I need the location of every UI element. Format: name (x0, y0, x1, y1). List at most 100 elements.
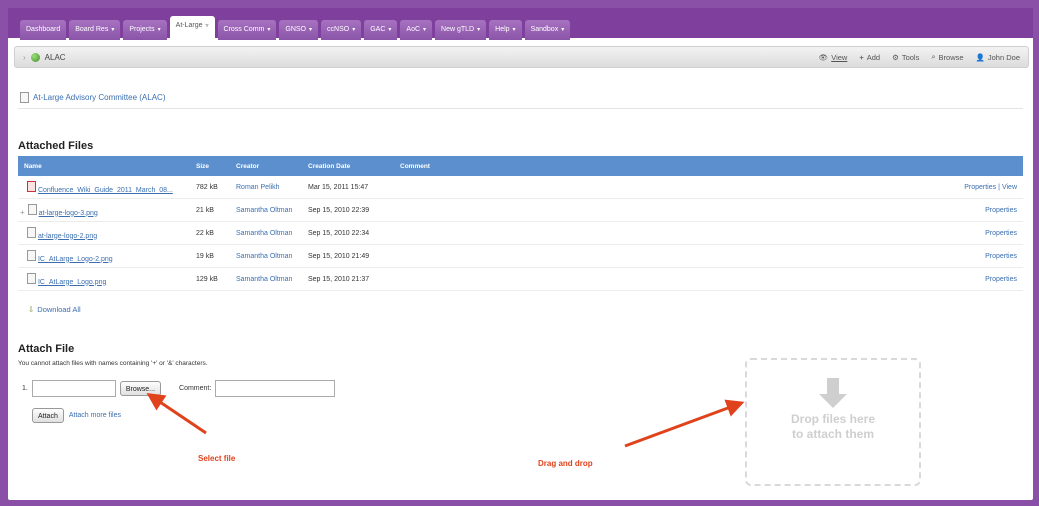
table-header: Name Size Creator Creation Date Comment (18, 156, 1023, 176)
annotation-arrow-drag (624, 399, 745, 448)
chevron-down-icon: ▾ (512, 27, 516, 33)
drop-zone-line-2: to attach them (791, 427, 874, 441)
tab-label: Board Res (75, 26, 109, 33)
tab-label: GAC (370, 26, 386, 33)
tab-aoc[interactable]: AoC ▾ (400, 20, 433, 40)
view-link[interactable]: View (1002, 184, 1017, 191)
tab-ccnso[interactable]: ccNSO ▾ (321, 20, 362, 40)
breadcrumb-path: › ALAC (23, 47, 66, 67)
browse-button[interactable]: ⌕ Browse (931, 52, 963, 62)
table-row: IC_AtLarge_Logo-2.png 19 kB Samantha Olt… (18, 244, 1023, 268)
file-size: 129 kB (190, 267, 230, 291)
chevron-down-icon: ▾ (423, 27, 427, 33)
download-icon: ⇩ (28, 305, 35, 314)
attach-button[interactable]: Attach (32, 408, 64, 423)
tab-cross-comm[interactable]: Cross Comm ▾ (217, 20, 277, 40)
tab-label: Cross Comm (223, 26, 265, 33)
tab-new-gtld[interactable]: New gTLD ▾ (435, 20, 487, 40)
tab-label: AoC (406, 26, 421, 33)
row-actions: Properties (641, 198, 1023, 222)
user-icon: 👤 (975, 52, 985, 62)
table-row: at-large-logo-2.png 22 kB Samantha Oltma… (18, 221, 1023, 245)
properties-link[interactable]: Properties (985, 253, 1017, 260)
plus-icon: + (859, 52, 864, 62)
download-all-link[interactable]: ⇩ Download All (28, 305, 81, 314)
breadcrumb-chevron-icon: › (23, 52, 26, 62)
creator-link[interactable]: Samantha Oltman (230, 221, 302, 245)
download-all-label: Download All (37, 305, 81, 314)
file-link[interactable]: IC_AtLarge_Logo.png (38, 279, 107, 286)
file-size: 782 kB (190, 176, 230, 199)
gear-icon: ⚙ (892, 52, 899, 62)
column-size[interactable]: Size (190, 156, 230, 176)
column-creation-date[interactable]: Creation Date (302, 156, 394, 176)
file-link[interactable]: Confluence_Wiki_Guide_2011_March_08... (38, 187, 173, 194)
row-number: 1. (22, 385, 28, 392)
tab-board-res[interactable]: Board Res ▾ (69, 20, 121, 40)
chevron-down-icon: ▾ (388, 27, 392, 33)
tab-at-large[interactable]: At-Large ▿ (169, 16, 215, 38)
file-size: 21 kB (190, 198, 230, 222)
column-name[interactable]: Name (18, 156, 190, 176)
pdf-file-icon (27, 180, 36, 192)
row-actions: Properties (641, 221, 1023, 245)
column-creator[interactable]: Creator (230, 156, 302, 176)
file-comment (394, 198, 642, 222)
drop-zone[interactable]: Drop files here to attach them (745, 358, 921, 486)
add-button[interactable]: + Add (859, 53, 880, 62)
image-file-icon (27, 226, 36, 238)
file-path-input[interactable] (31, 380, 116, 397)
view-button[interactable]: 👁 View (819, 53, 848, 62)
breadcrumb-space-link[interactable]: ALAC (45, 53, 66, 62)
tab-dashboard[interactable]: Dashboard (20, 20, 67, 40)
image-file-icon (27, 203, 37, 215)
user-name: John Doe (987, 52, 1020, 62)
table-row: IC_AtLarge_Logo.png 129 kB Samantha Oltm… (18, 267, 1023, 291)
row-actions: Properties | View (641, 176, 1023, 199)
column-comment[interactable]: Comment (394, 156, 641, 176)
space-globe-icon (30, 52, 40, 62)
file-name-cell: IC_AtLarge_Logo.png (18, 267, 190, 291)
tab-label: New gTLD (441, 26, 475, 33)
page-title[interactable]: At-Large Advisory Committee (ALAC) (20, 92, 166, 103)
creator-link[interactable]: Samantha Oltman (230, 198, 302, 222)
attach-actions: Attach Attach more files (32, 408, 121, 423)
browse-button[interactable]: Browse... (119, 381, 162, 396)
creator-link[interactable]: Samantha Oltman (230, 244, 302, 268)
file-link[interactable]: at-large-logo-3.png (39, 210, 98, 217)
chevron-down-icon: ▾ (157, 27, 161, 33)
chevron-down-icon: ▾ (267, 27, 271, 33)
attach-more-files-link[interactable]: Attach more files (69, 412, 121, 419)
file-link[interactable]: at-large-logo-2.png (38, 233, 97, 240)
tab-sandbox[interactable]: Sandbox ▾ (524, 20, 571, 40)
chevron-down-icon: ▾ (477, 27, 481, 33)
properties-link[interactable]: Properties (985, 276, 1017, 283)
tab-gac[interactable]: GAC ▾ (364, 20, 398, 40)
tools-button[interactable]: ⚙ Tools (892, 53, 919, 62)
creator-link[interactable]: Samantha Oltman (230, 267, 302, 291)
properties-link[interactable]: Properties (985, 230, 1017, 237)
expand-icon[interactable]: + (20, 208, 25, 217)
tab-help[interactable]: Help ▾ (489, 20, 522, 40)
comment-input[interactable] (215, 380, 336, 397)
tab-label: Projects (129, 26, 155, 33)
row-actions: Properties (641, 244, 1023, 268)
creator-link[interactable]: Roman Pelikh (230, 176, 302, 199)
tab-projects[interactable]: Projects ▾ (123, 20, 167, 40)
file-size: 19 kB (190, 244, 230, 268)
file-name-cell: at-large-logo-2.png (18, 221, 190, 245)
attach-file-row: 1. Browse... Comment: (22, 380, 336, 397)
tab-label: ccNSO (327, 26, 350, 33)
tab-gnso[interactable]: GNSO ▾ (279, 20, 319, 40)
creation-date: Mar 15, 2011 15:47 (302, 176, 394, 199)
file-link[interactable]: IC_AtLarge_Logo-2.png (38, 256, 113, 263)
user-menu[interactable]: 👤 John Doe (976, 53, 1020, 62)
properties-link[interactable]: Properties (985, 207, 1017, 214)
file-name-cell: + at-large-logo-3.png (18, 198, 190, 222)
attach-file-note: You cannot attach files with names conta… (18, 360, 208, 367)
file-comment (394, 267, 642, 291)
nav-tabs: Dashboard Board Res ▾ Projects ▾ At-Large ▿… (20, 16, 571, 40)
breadcrumb: › ALAC 👁 View + Add ⚙ Tools ⌕ Browse 👤 John D… (14, 46, 1029, 68)
properties-link[interactable]: Properties (964, 184, 996, 191)
view-label: View (831, 52, 848, 62)
